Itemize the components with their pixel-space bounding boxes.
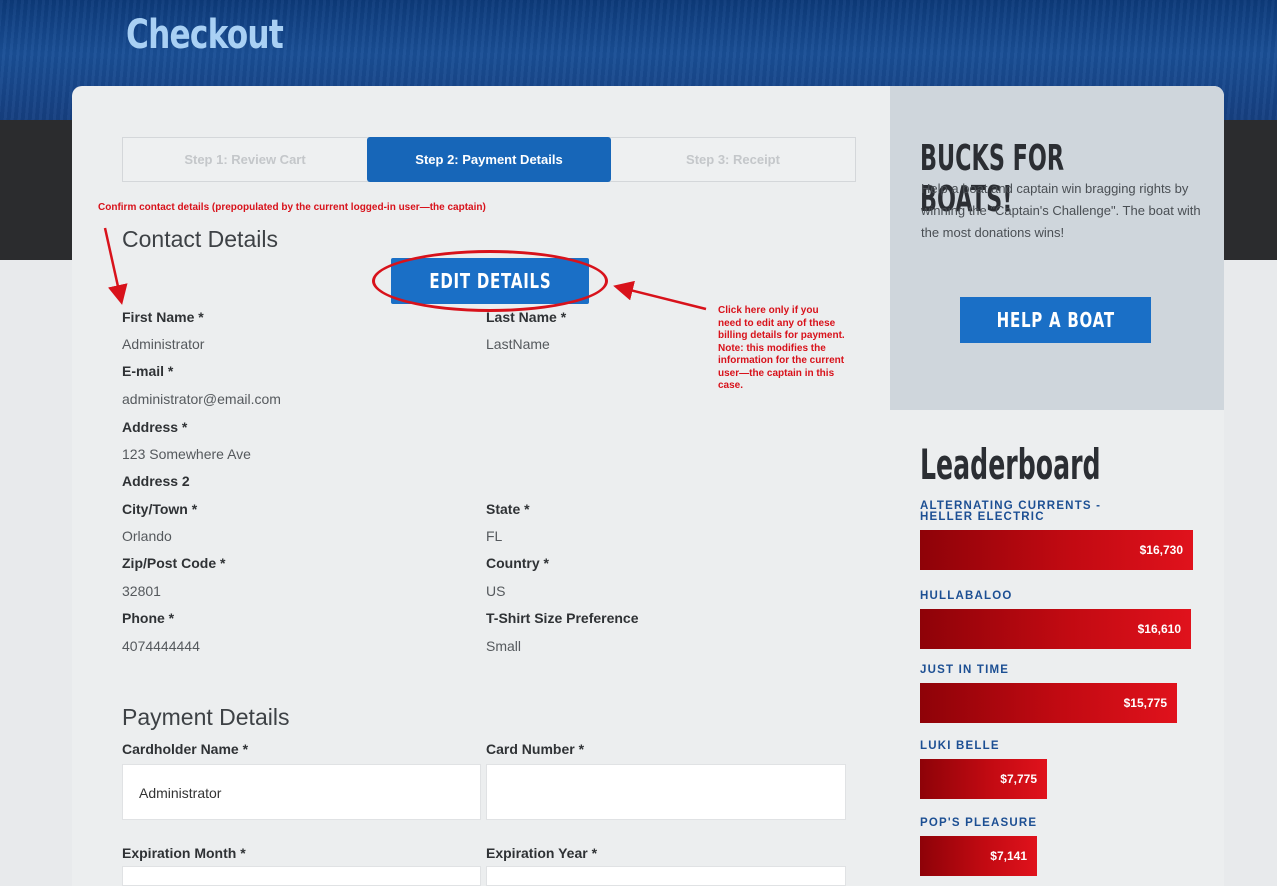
leaderboard-entry-name[interactable]: JUST IN TIME	[920, 664, 1010, 676]
country-label: Country *	[486, 555, 549, 571]
card-number-label: Card Number *	[486, 741, 585, 757]
arrow-to-first-name	[103, 227, 128, 305]
help-a-boat-button[interactable]: HELP A BOAT	[960, 297, 1151, 343]
leaderboard-amount: $7,775	[1000, 772, 1037, 786]
leaderboard-entry-name[interactable]: LUKI BELLE	[920, 740, 1000, 752]
city-label: City/Town *	[122, 501, 198, 517]
leaderboard-amount: $15,775	[1123, 696, 1167, 710]
promo-text: Help a boat and captain win bragging rig…	[921, 181, 1201, 240]
state-label: State *	[486, 501, 530, 517]
last-name-label: Last Name *	[486, 309, 567, 325]
zip-label: Zip/Post Code *	[122, 555, 226, 571]
leaderboard-amount: $16,610	[1137, 622, 1181, 636]
leaderboard-entry-name[interactable]: POP'S PLEASURE	[920, 817, 1038, 829]
phone-label: Phone *	[122, 610, 175, 626]
leaderboard-amount: $16,730	[1139, 543, 1183, 557]
last-name-value: LastName	[486, 336, 550, 352]
exp-year-select[interactable]	[486, 866, 846, 886]
help-a-boat-label: HELP A BOAT	[996, 308, 1115, 332]
first-name-label: First Name *	[122, 309, 204, 325]
leaderboard-bar: $16,610	[920, 609, 1191, 649]
address-value: 123 Somewhere Ave	[122, 446, 251, 462]
leaderboard-entry-name-line: LUKI BELLE	[920, 740, 1000, 752]
tshirt-value: Small	[486, 638, 522, 654]
city-value: Orlando	[122, 528, 172, 544]
address2-label: Address 2	[122, 473, 190, 489]
card-number-input[interactable]	[486, 764, 846, 820]
leaderboard-title: Leaderboard	[920, 440, 1101, 489]
exp-month-label: Expiration Month *	[122, 845, 246, 861]
phone-value: 4074444444	[122, 638, 200, 654]
leaderboard-bar: $15,775	[920, 683, 1177, 723]
exp-month-select[interactable]	[122, 866, 481, 886]
cardholder-input[interactable]: Administrator	[122, 764, 481, 820]
leaderboard-entry-name-line: HULLABALOO	[920, 590, 1013, 602]
leaderboard-bar: $7,141	[920, 836, 1037, 876]
zip-value: 32801	[122, 583, 161, 599]
contact-details-heading: Contact Details	[122, 226, 278, 252]
exp-year-label: Expiration Year *	[486, 845, 598, 861]
email-label: E-mail *	[122, 363, 174, 379]
first-name-value: Administrator	[122, 336, 205, 352]
annotation-circle	[372, 250, 608, 312]
tshirt-label: T-Shirt Size Preference	[486, 610, 639, 626]
leaderboard-entry-name-line: POP'S PLEASURE	[920, 817, 1038, 829]
cardholder-label: Cardholder Name *	[122, 741, 249, 757]
leaderboard-bar: $7,775	[920, 759, 1047, 799]
leaderboard-amount: $7,141	[990, 849, 1027, 863]
state-value: FL	[486, 528, 503, 544]
email-value: administrator@email.com	[122, 391, 281, 407]
address-label: Address *	[122, 419, 188, 435]
leaderboard-entry-name-line: JUST IN TIME	[920, 664, 1010, 676]
leaderboard-entry-name[interactable]: HULLABALOO	[920, 590, 1013, 602]
leaderboard-entry-name[interactable]: ALTERNATING CURRENTS - HELLER ELECTRIC	[920, 500, 1101, 523]
cardholder-input-value: Administrator	[139, 785, 222, 801]
arrow-to-edit-button	[613, 280, 707, 311]
payment-details-heading: Payment Details	[122, 704, 290, 730]
country-value: US	[486, 583, 506, 599]
leaderboard-entry-name-line: HELLER ELECTRIC	[920, 511, 1045, 523]
leaderboard-bar: $16,730	[920, 530, 1193, 570]
page-title: Checkout	[126, 12, 284, 58]
